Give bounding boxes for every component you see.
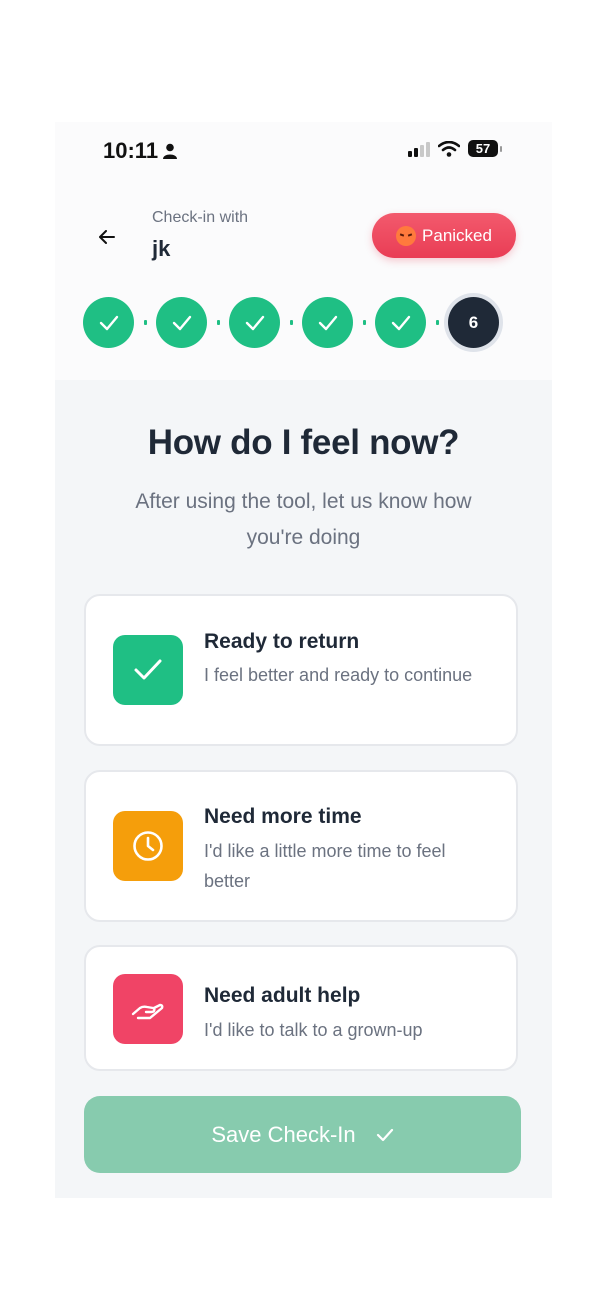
option-need-more-time[interactable]: Need more time I'd like a little more ti… (84, 770, 518, 922)
option-title: Need more time (204, 805, 362, 828)
save-button-label: Save Check-In (211, 1121, 356, 1147)
checkin-with-label: Check-in with (152, 209, 249, 226)
step-connector (426, 320, 448, 325)
option-description: I feel better and ready to continue (204, 665, 473, 685)
angry-face-icon (396, 225, 417, 246)
wifi-icon (438, 140, 460, 157)
arrow-left-icon (99, 230, 115, 244)
checkin-name: jk (152, 236, 171, 261)
option-icon-box (113, 635, 183, 705)
battery-level: 57 (475, 141, 491, 156)
option-icon-box (113, 974, 183, 1044)
check-icon (172, 315, 191, 330)
mood-label: Panicked (422, 225, 492, 245)
step-4-complete (302, 297, 353, 348)
step-3-complete (229, 297, 280, 348)
check-icon (318, 315, 337, 330)
step-connector (280, 320, 302, 325)
page-title: How do I feel now? (147, 423, 460, 462)
battery-indicator: 57 (468, 140, 502, 157)
check-icon (391, 315, 410, 330)
check-icon (134, 659, 162, 680)
mood-badge[interactable]: Panicked (372, 213, 516, 258)
step-6-current: 6 (448, 297, 499, 348)
step-connector (134, 320, 156, 325)
option-need-adult-help[interactable]: Need adult help I'd like to talk to a gr… (84, 945, 518, 1071)
cellular-signal-icon (408, 141, 430, 157)
helping-hand-icon (131, 1003, 164, 1020)
option-ready-to-return[interactable]: Ready to return I feel better and ready … (84, 594, 518, 746)
page-subtitle: After using the tool, let us know how yo… (135, 490, 472, 549)
person-icon (163, 143, 178, 159)
option-description: I'd like to talk to a grown-up (204, 1020, 423, 1040)
progress-steps: 6 (83, 297, 499, 348)
option-description: I'd like a little more time to feel bett… (204, 841, 446, 891)
option-title: Need adult help (204, 984, 361, 1007)
status-time-text: 10:11 (103, 138, 159, 163)
check-icon (376, 1128, 393, 1141)
option-title: Ready to return (204, 630, 360, 653)
back-button[interactable] (92, 222, 122, 252)
clock-icon (133, 831, 163, 861)
step-2-complete (156, 297, 207, 348)
check-icon (245, 315, 264, 330)
check-icon (99, 315, 118, 330)
status-time: 10:11 (103, 138, 178, 164)
save-checkin-button[interactable]: Save Check-In (84, 1096, 521, 1173)
status-indicators: 57 (408, 140, 502, 157)
step-5-complete (375, 297, 426, 348)
option-icon-box (113, 811, 183, 881)
step-1-complete (83, 297, 134, 348)
step-connector (207, 320, 229, 325)
step-connector (353, 320, 375, 325)
